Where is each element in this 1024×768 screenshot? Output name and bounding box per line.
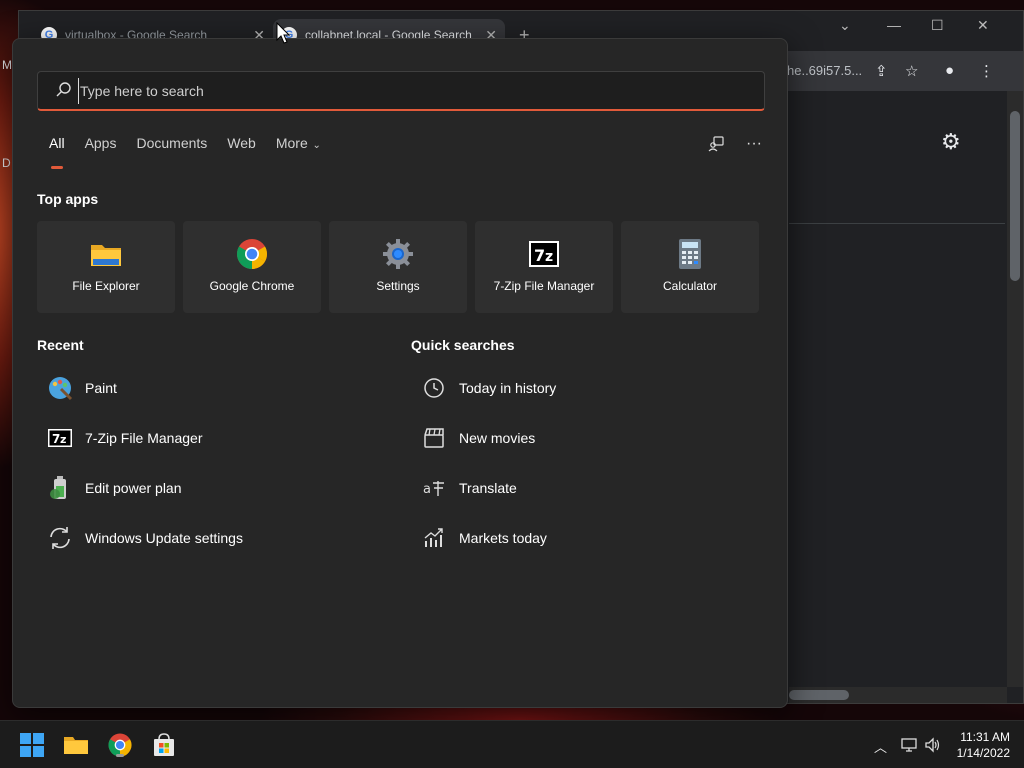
7zip-icon: 7 z (529, 241, 559, 267)
clock-time: 11:31 AM (960, 730, 1010, 744)
scroll-thumb[interactable] (789, 690, 849, 700)
recent-item-paint[interactable]: Paint (37, 363, 377, 413)
system-clock[interactable]: 11:31 AM 1/14/2022 (957, 729, 1010, 761)
filter-tabs: All Apps Documents Web More ⌄ (49, 135, 321, 169)
app-tile-label: Google Chrome (209, 279, 295, 293)
top-apps-heading: Top apps (37, 191, 99, 207)
tab-more[interactable]: More ⌄ (276, 135, 321, 159)
minimize-icon[interactable]: — (887, 17, 901, 33)
search-icon (56, 82, 71, 97)
show-hidden-icons-chevron-up-icon[interactable]: ︿ (874, 737, 887, 756)
app-tile-google-chrome[interactable]: Google Chrome (183, 221, 321, 313)
sync-icon (50, 527, 70, 549)
app-tile-label: Calculator (662, 279, 718, 293)
recent-item-power-plan[interactable]: Edit power plan (37, 463, 377, 513)
page-text-fragment: M (2, 58, 12, 72)
app-tile-file-explorer[interactable]: File Explorer (37, 221, 175, 313)
taskbar-google-chrome[interactable] (104, 729, 136, 761)
start-button[interactable] (16, 729, 48, 761)
taskbar-microsoft-store[interactable] (148, 729, 180, 761)
svg-text:7: 7 (534, 246, 545, 265)
maximize-icon[interactable]: ☐ (931, 17, 944, 34)
recent-item-label: 7-Zip File Manager (85, 430, 203, 446)
bookmark-star-icon[interactable]: ☆ (905, 62, 918, 80)
store-bag-icon (154, 733, 174, 756)
folder-icon (64, 737, 88, 754)
top-apps-grid: File Explorer Google Chrome Settings 7 z… (37, 221, 759, 313)
folder-icon (91, 245, 121, 266)
chevron-down-icon: ⌄ (309, 140, 321, 151)
running-indicator (116, 754, 124, 757)
quick-search-markets-today[interactable]: Markets today (411, 513, 751, 563)
more-options-icon[interactable]: ··· (745, 135, 763, 153)
app-tile-7zip[interactable]: 7 z 7-Zip File Manager (475, 221, 613, 313)
quick-searches-heading: Quick searches (411, 337, 515, 353)
recent-list: Paint 7 z 7-Zip File Manager Edit power … (37, 363, 377, 563)
app-tile-calculator[interactable]: Calculator (621, 221, 759, 313)
svg-text:z: z (60, 433, 66, 446)
quick-search-new-movies[interactable]: New movies (411, 413, 751, 463)
horizontal-scrollbar[interactable] (789, 687, 1007, 703)
share-icon[interactable]: ⇪ (875, 62, 888, 80)
calculator-icon (679, 239, 701, 269)
clock-date: 1/14/2022 (956, 746, 1010, 760)
recent-item-label: Windows Update settings (85, 530, 243, 546)
page-settings-gear-icon[interactable]: ⚙ (941, 129, 961, 155)
quick-search-label: Markets today (459, 530, 547, 546)
app-tile-label: 7-Zip File Manager (493, 279, 595, 293)
panel-actions: ··· (707, 135, 763, 153)
quick-search-translate[interactable]: a Translate (411, 463, 751, 513)
7zip-icon: 7 z (48, 429, 72, 447)
taskbar: ︿ 11:31 AM 1/14/2022 (0, 720, 1024, 768)
menu-kebab-icon[interactable]: ⋮ (979, 62, 994, 80)
tab-search-chevron-icon[interactable]: ⌄ (839, 17, 851, 34)
app-tile-label: Settings (376, 279, 420, 293)
tab-all[interactable]: All (49, 135, 65, 169)
account-switch-icon[interactable] (707, 135, 725, 153)
start-menu-search-panel: All Apps Documents Web More ⌄ ··· Top ap… (12, 38, 788, 708)
app-tile-label: File Explorer (72, 279, 140, 293)
paint-icon (49, 377, 73, 401)
volume-icon[interactable] (924, 737, 942, 753)
tab-apps[interactable]: Apps (85, 135, 117, 159)
omnibox-url[interactable]: he..69i57.5... (787, 63, 862, 78)
taskbar-file-explorer[interactable] (60, 729, 92, 761)
clock-icon (424, 378, 444, 398)
quick-search-label: Today in history (459, 380, 557, 396)
quick-search-label: Translate (459, 480, 517, 496)
chart-icon (424, 528, 443, 547)
battery-icon (50, 476, 66, 499)
search-box[interactable] (37, 71, 765, 111)
recent-item-7zip[interactable]: 7 z 7-Zip File Manager (37, 413, 377, 463)
network-icon[interactable] (900, 737, 918, 753)
scroll-thumb[interactable] (1010, 111, 1020, 281)
recent-item-windows-update[interactable]: Windows Update settings (37, 513, 377, 563)
profile-icon[interactable]: ● (945, 62, 954, 79)
tab-more-label: More (275, 135, 308, 151)
close-window-icon[interactable]: ✕ (977, 17, 989, 34)
vertical-scrollbar[interactable] (1007, 91, 1023, 687)
svg-text:a: a (423, 482, 431, 497)
search-input[interactable] (78, 78, 738, 104)
app-tile-settings[interactable]: Settings (329, 221, 467, 313)
chrome-icon (236, 239, 268, 269)
divider (789, 223, 1005, 224)
quick-search-today-in-history[interactable]: Today in history (411, 363, 751, 413)
settings-gear-icon (383, 239, 413, 269)
tab-documents[interactable]: Documents (136, 135, 207, 159)
recent-item-label: Paint (85, 380, 117, 396)
clapperboard-icon (424, 428, 444, 448)
svg-text:z: z (545, 249, 553, 265)
quick-search-label: New movies (459, 430, 536, 446)
tab-web[interactable]: Web (227, 135, 256, 159)
recent-heading: Recent (37, 337, 84, 353)
recent-item-label: Edit power plan (85, 480, 182, 496)
quick-searches-list: Today in history New movies a Translate … (411, 363, 751, 563)
page-text-fragment: D (2, 156, 11, 170)
translate-icon: a (423, 481, 444, 497)
windows-logo-icon (20, 733, 44, 757)
mouse-cursor-icon (276, 22, 290, 44)
